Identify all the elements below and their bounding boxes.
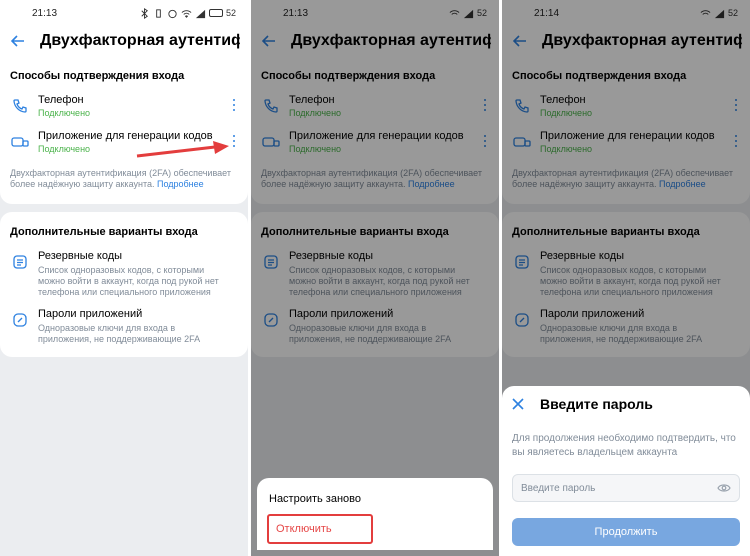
phone-more-icon[interactable] xyxy=(230,98,238,112)
screen-1: 21:13 52 Двухфакторная аутентифика Спосо… xyxy=(0,0,248,556)
eye-icon[interactable] xyxy=(717,483,731,493)
status-time: 21:13 xyxy=(32,7,58,19)
close-button[interactable] xyxy=(512,398,524,410)
password-input[interactable]: Введите пароль xyxy=(512,474,740,502)
back-button[interactable] xyxy=(10,33,26,49)
bluetooth-icon xyxy=(141,7,148,19)
list-icon xyxy=(10,252,30,272)
status-bar: 21:13 52 xyxy=(0,0,248,26)
backup-codes-desc: Список одноразовых кодов, с которыми мож… xyxy=(38,265,219,297)
annotation-arrow-icon xyxy=(136,141,229,158)
top-bar: Двухфакторная аутентифика xyxy=(0,26,248,56)
password-dialog-desc: Для продолжения необходимо подтвердить, … xyxy=(512,433,736,458)
close-icon xyxy=(512,398,524,410)
screen-2: 21:13 52 Двухфакторная аутентифика Спосо… xyxy=(251,0,499,556)
battery-icon xyxy=(208,9,223,17)
password-dialog-header: Введите пароль xyxy=(512,386,740,422)
app-passwords-item[interactable]: Пароли приложений Одноразовые ключи для … xyxy=(10,308,238,345)
app-passwords-desc: Одноразовые ключи для входа в приложения… xyxy=(38,323,201,344)
back-arrow-icon xyxy=(11,35,24,47)
password-placeholder: Введите пароль xyxy=(521,482,596,494)
phone-method-status: Подключено xyxy=(38,108,91,118)
screen-3: 21:14 52 Двухфакторная аутентифика Спосо… xyxy=(502,0,750,556)
signal-icon xyxy=(195,9,206,18)
password-dialog: Введите пароль Для продолжения необходим… xyxy=(502,386,750,556)
link-icon xyxy=(10,310,30,330)
key-app-icon xyxy=(10,132,30,152)
backup-codes-item[interactable]: Резервные коды Список одноразовых кодов,… xyxy=(10,250,238,298)
methods-section-title: Способы подтверждения входа xyxy=(10,70,185,82)
2fa-note: Двухфакторная аутентификация (2FA) обесп… xyxy=(10,168,238,204)
status-icons: 52 xyxy=(139,7,236,19)
disable-option[interactable]: Отключить xyxy=(267,514,373,544)
more-link[interactable]: Подробнее xyxy=(157,179,204,189)
overlay-dim[interactable] xyxy=(251,0,499,556)
wifi-icon xyxy=(181,9,192,18)
page-title: Двухфакторная аутентифика xyxy=(40,32,240,49)
continue-button[interactable]: Продолжить xyxy=(512,518,740,546)
app-more-icon[interactable] xyxy=(230,134,238,148)
phone-icon xyxy=(10,96,30,116)
extra-card: Дополнительные варианты входа Резервные … xyxy=(0,212,248,357)
phone-method[interactable]: Телефон Подключено xyxy=(10,94,238,120)
phone-method-title: Телефон xyxy=(38,94,84,106)
backup-codes-title: Резервные коды xyxy=(38,250,123,262)
battery-level: 52 xyxy=(225,8,236,18)
reset-option[interactable]: Настроить заново xyxy=(257,492,493,512)
app-passwords-title: Пароли приложений xyxy=(38,308,143,320)
vibrate-icon xyxy=(156,8,161,18)
password-dialog-title: Введите пароль xyxy=(540,396,653,412)
methods-card: Способы подтверждения входа Телефон Подк… xyxy=(0,56,248,204)
action-sheet: Настроить заново Отключить xyxy=(257,478,493,550)
alarm-icon xyxy=(168,9,177,18)
extra-section-title: Дополнительные варианты входа xyxy=(10,226,198,238)
